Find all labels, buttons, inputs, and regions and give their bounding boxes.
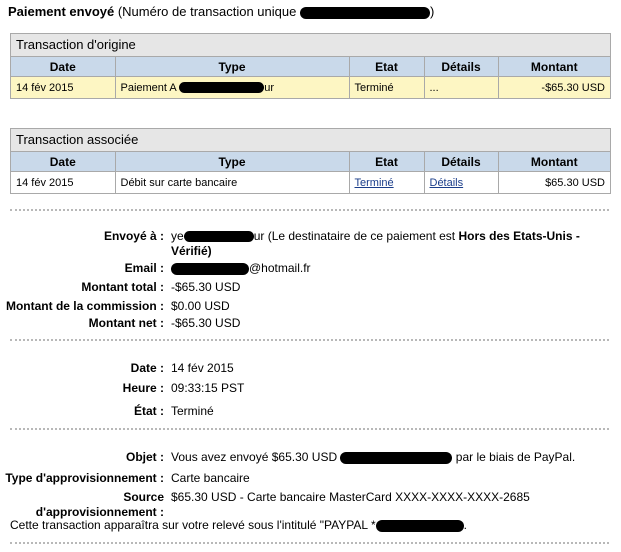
cell-type: Paiement A ur bbox=[115, 76, 350, 98]
envoye-a-verified: Vérifié) bbox=[171, 244, 212, 258]
funding-type-label: Type d'approvisionnement : bbox=[5, 471, 164, 485]
cell-etat: Terminé bbox=[349, 76, 425, 98]
cell-date: 14 fév 2015 bbox=[11, 76, 116, 98]
column-header-montant: Montant bbox=[498, 57, 610, 77]
email-label: Email : bbox=[124, 261, 164, 275]
etat-value: Terminé bbox=[171, 404, 214, 418]
envoye-a-value: ye ur (Le destinataire de ce paiement est… bbox=[171, 229, 580, 243]
cell-details: Détails bbox=[424, 171, 499, 193]
cell-date: 14 fév 2015 bbox=[11, 171, 116, 193]
cell-details: ... bbox=[424, 76, 499, 98]
table-row: 14 fév 2015 Débit sur carte bancaire Ter… bbox=[11, 171, 610, 193]
funding-source-label-1: Source bbox=[123, 490, 164, 504]
cell-type-prefix: Paiement A bbox=[120, 81, 177, 94]
cell-type: Débit sur carte bancaire bbox=[115, 171, 350, 193]
objet-suffix: par le biais de PayPal. bbox=[455, 450, 576, 464]
funding-source-value: $65.30 USD - Carte bancaire MasterCard X… bbox=[171, 490, 530, 504]
total-value: -$65.30 USD bbox=[171, 280, 241, 294]
net-value: -$65.30 USD bbox=[171, 316, 241, 330]
statement-note: Cette transaction apparaîtra sur votre r… bbox=[10, 518, 467, 532]
redacted-objet bbox=[340, 451, 453, 464]
column-header-details: Détails bbox=[424, 152, 499, 172]
origin-table-caption: Transaction d'origine bbox=[11, 34, 610, 57]
table-row: 14 fév 2015 Paiement A ur Terminé ... -$… bbox=[11, 76, 610, 98]
column-header-date: Date bbox=[11, 152, 116, 172]
redacted-recipient-name bbox=[183, 231, 254, 243]
statement-note-prefix: Cette transaction apparaîtra sur votre r… bbox=[10, 518, 376, 532]
cell-montant: $65.30 USD bbox=[545, 176, 605, 189]
page-title-main: Paiement envoyé bbox=[8, 4, 115, 19]
origin-transaction-table: Transaction d'origine Date Type Etat Dét… bbox=[10, 33, 611, 99]
objet-prefix: Vous avez envoyé $65.30 USD bbox=[171, 450, 338, 464]
cell-type-suffix: ur bbox=[264, 81, 274, 94]
column-header-etat: Etat bbox=[349, 152, 425, 172]
etat-label: État : bbox=[134, 404, 164, 418]
email-value: @hotmail.fr bbox=[171, 261, 311, 275]
commission-label: Montant de la commission : bbox=[5, 299, 164, 313]
commission-value: $0.00 USD bbox=[171, 299, 230, 313]
assoc-table-header: Date Type Etat Détails Montant bbox=[11, 152, 610, 172]
heure-value: 09:33:15 PST bbox=[171, 381, 245, 395]
page-title-transaction-id-label: (Numéro de transaction unique bbox=[117, 4, 297, 19]
objet-value: Vous avez envoyé $65.30 USD par le biais… bbox=[171, 450, 575, 464]
page-title: Paiement envoyé (Numéro de transaction u… bbox=[8, 4, 435, 19]
redacted-statement-descriptor bbox=[375, 519, 464, 532]
date-label: Date : bbox=[130, 361, 164, 375]
cell-montant: -$65.30 USD bbox=[498, 76, 610, 98]
statement-note-suffix: . bbox=[463, 518, 467, 532]
envoye-a-prefix: ye bbox=[171, 229, 184, 243]
assoc-table-caption: Transaction associée bbox=[11, 129, 610, 152]
section-divider bbox=[10, 542, 609, 544]
envoye-a-label: Envoyé à : bbox=[103, 229, 164, 243]
funding-source-label-2: d'approvisionnement : bbox=[35, 505, 164, 519]
section-divider bbox=[10, 209, 609, 211]
date-value: 14 fév 2015 bbox=[171, 361, 234, 375]
envoye-a-location: Hors des Etats-Unis - bbox=[458, 229, 580, 243]
redacted-transaction-id bbox=[299, 6, 430, 19]
column-header-type: Type bbox=[115, 152, 350, 172]
redacted-recipient-name bbox=[179, 82, 265, 94]
column-header-details: Détails bbox=[424, 57, 499, 77]
email-domain: @hotmail.fr bbox=[249, 261, 311, 275]
funding-type-value: Carte bancaire bbox=[171, 471, 250, 485]
redacted-email-user bbox=[171, 262, 249, 275]
net-label: Montant net : bbox=[88, 316, 164, 330]
section-divider bbox=[10, 339, 609, 341]
total-label: Montant total : bbox=[81, 280, 164, 294]
etat-link[interactable]: Terminé bbox=[355, 177, 394, 189]
associated-transaction-table: Transaction associée Date Type Etat Déta… bbox=[10, 128, 611, 194]
column-header-montant: Montant bbox=[498, 152, 610, 172]
envoye-a-suffix: ur (Le destinataire de ce paiement est bbox=[253, 229, 456, 243]
heure-label: Heure : bbox=[122, 381, 164, 395]
column-header-date: Date bbox=[11, 57, 116, 77]
origin-table-header: Date Type Etat Détails Montant bbox=[11, 57, 610, 77]
column-header-etat: Etat bbox=[349, 57, 425, 77]
section-divider bbox=[10, 428, 609, 430]
objet-label: Objet : bbox=[126, 450, 164, 464]
column-header-type: Type bbox=[115, 57, 350, 77]
cell-etat: Terminé bbox=[349, 171, 425, 193]
details-link[interactable]: Détails bbox=[430, 177, 464, 189]
